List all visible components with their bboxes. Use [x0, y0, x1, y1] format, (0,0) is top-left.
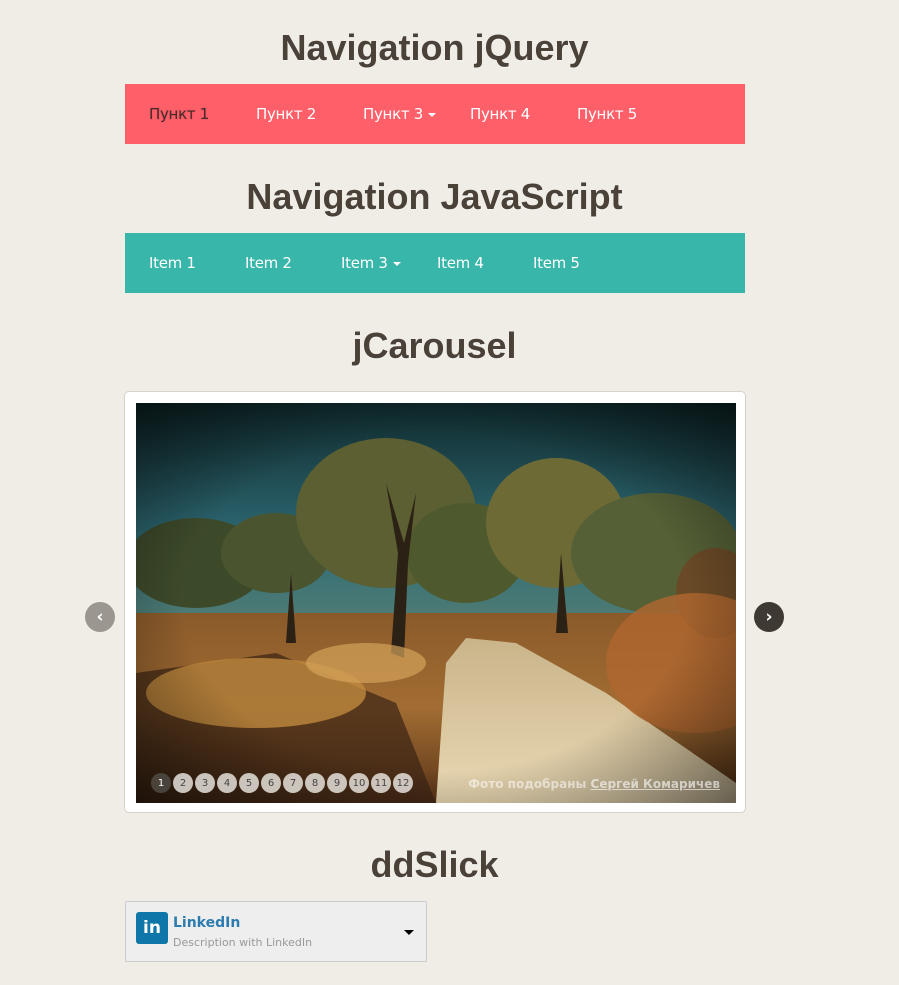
heading-jcarousel: jCarousel [352, 325, 517, 366]
carousel: 1 2 3 4 5 6 7 8 9 10 11 12 Фото подобраны Сергей Ко… [124, 391, 746, 813]
carousel-page-3[interactable]: 3 [195, 773, 215, 793]
nav-item-label: Пункт 1 [149, 105, 209, 123]
chevron-left-icon: ‹ [96, 607, 104, 627]
linkedin-icon-text: in [143, 918, 161, 938]
dropdown-selected-title: LinkedIn [173, 915, 241, 931]
nav-bar-javascript: Item 1 Item 2 Item 3 Item 4 Item 5 [125, 233, 745, 293]
photo-credit-link[interactable]: Сергей Комаричев [591, 777, 720, 791]
nav-item-label: Пункт 2 [256, 105, 316, 123]
nav-item-item-3[interactable]: Item 3 [317, 233, 413, 293]
carousel-page-8[interactable]: 8 [305, 773, 325, 793]
carousel-page-4[interactable]: 4 [217, 773, 237, 793]
nav-item-label: Пункт 5 [577, 105, 637, 123]
nav-item-item-1[interactable]: Item 1 [125, 233, 221, 293]
carousel-page-6[interactable]: 6 [261, 773, 281, 793]
photo-credit-text: Фото подобраны [468, 777, 587, 791]
carousel-next-button[interactable]: › [754, 602, 784, 632]
nav-item-punkt-5[interactable]: Пункт 5 [553, 84, 660, 144]
carousel-page-10[interactable]: 10 [349, 773, 369, 793]
nav-item-label: Item 2 [245, 254, 292, 272]
carousel-page-2[interactable]: 2 [173, 773, 193, 793]
dropdown-selected-description: Description with LinkedIn [173, 936, 313, 949]
carousel-page-5[interactable]: 5 [239, 773, 259, 793]
nav-item-punkt-2[interactable]: Пункт 2 [232, 84, 339, 144]
chevron-down-icon [404, 930, 414, 935]
chevron-right-icon: › [765, 607, 773, 627]
heading-navigation-jquery: Navigation jQuery [280, 27, 589, 68]
nav-item-punkt-4[interactable]: Пункт 4 [446, 84, 553, 144]
ddslick-dropdown[interactable]: in LinkedIn Description with LinkedIn [125, 901, 427, 962]
nav-item-item-5[interactable]: Item 5 [509, 233, 605, 293]
caret-down-icon [392, 262, 401, 266]
nav-item-label: Item 5 [533, 254, 580, 272]
carousel-page-9[interactable]: 9 [327, 773, 347, 793]
nav-item-label: Item 1 [149, 254, 196, 272]
carousel-pagination: 1 2 3 4 5 6 7 8 9 10 11 12 [151, 773, 415, 793]
carousel-page-7[interactable]: 7 [283, 773, 303, 793]
nav-item-punkt-3[interactable]: Пункт 3 [339, 84, 446, 144]
carousel-page-1[interactable]: 1 [151, 773, 171, 793]
nav-bar-jquery: Пункт 1 Пункт 2 Пункт 3 Пункт 4 Пункт 5 [125, 84, 745, 144]
heading-ddslick: ddSlick [370, 844, 499, 885]
heading-navigation-javascript: Navigation JavaScript [246, 176, 623, 217]
carousel-page-12[interactable]: 12 [393, 773, 413, 793]
nav-item-label: Item 4 [437, 254, 484, 272]
carousel-prev-button[interactable]: ‹ [85, 602, 115, 632]
nav-item-item-4[interactable]: Item 4 [413, 233, 509, 293]
nav-item-label: Пункт 3 [363, 105, 423, 123]
nav-item-punkt-1[interactable]: Пункт 1 [125, 84, 232, 144]
nav-item-label: Пункт 4 [470, 105, 530, 123]
carousel-page-11[interactable]: 11 [371, 773, 391, 793]
linkedin-icon: in [136, 912, 168, 944]
carousel-slide-image: 1 2 3 4 5 6 7 8 9 10 11 12 Фото подобраны Сергей Ко… [136, 403, 736, 803]
caret-down-icon [427, 113, 436, 117]
nav-item-label: Item 3 [341, 254, 388, 272]
landscape-photo [136, 403, 736, 803]
photo-credit: Фото подобраны Сергей Комаричев [468, 777, 720, 791]
nav-item-item-2[interactable]: Item 2 [221, 233, 317, 293]
